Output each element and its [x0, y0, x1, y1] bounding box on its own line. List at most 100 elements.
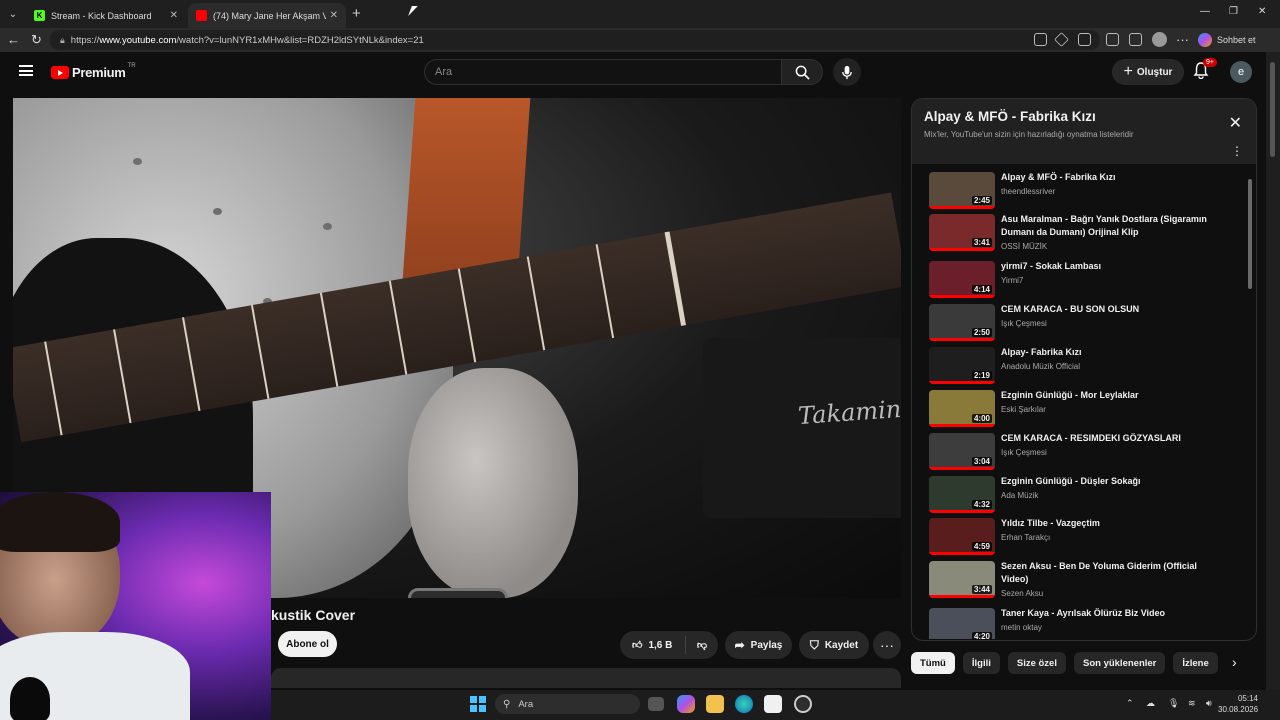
playlist-item-title[interactable]: yirmi7 - Sokak Lambası [1001, 260, 1221, 273]
copilot-button[interactable]: Sohbet et [1198, 32, 1256, 48]
logo-text: Premium [72, 65, 126, 80]
copilot-app-icon[interactable] [677, 695, 695, 713]
chip-for-you[interactable]: Size özel [1007, 652, 1066, 674]
taskbar-search[interactable]: ⚲ Ara [495, 694, 640, 714]
close-tab-icon[interactable]: ✕ [330, 10, 338, 21]
subscribe-button[interactable]: Abone ol [278, 631, 337, 657]
playlist-item[interactable]: 4:32 Ezginin Günlüğü - Düşler Sokağı Ada M… [912, 473, 1242, 515]
playlist-item[interactable]: 3:04 CEM KARACA - RESIMDEKI GÖZYASLARI Işı… [912, 430, 1242, 472]
create-button[interactable]: + Oluştur [1112, 59, 1184, 85]
playlist-menu-icon[interactable]: ⋮ [1231, 144, 1243, 158]
playlist-item[interactable]: 3:41 Asu Maralman - Bağrı Yanık Dostlara … [912, 211, 1242, 253]
site-info-icon[interactable]: 🔒︎ [60, 35, 65, 46]
search-input[interactable]: Ara [424, 59, 782, 85]
playlist-item-title[interactable]: CEM KARACA - RESIMDEKI GÖZYASLARI [1001, 432, 1221, 445]
save-button[interactable]: ⛉ Kaydet [799, 631, 869, 659]
chip-recently-uploaded[interactable]: Son yüklenenler [1073, 652, 1166, 674]
steam-icon[interactable] [794, 695, 812, 713]
playlist-item-title[interactable]: Alpay & MFÖ - Fabrika Kızı [1001, 171, 1221, 184]
video-thumbnail[interactable]: 3:04 [929, 433, 995, 470]
minimize-icon[interactable]: — [1200, 6, 1210, 17]
close-playlist-icon[interactable]: ✕ [1229, 113, 1242, 133]
app-available-icon[interactable] [1034, 33, 1047, 46]
chip-all[interactable]: Tümü [911, 652, 955, 674]
video-thumbnail[interactable]: 2:50 [929, 304, 995, 341]
tab-actions-chevron-icon[interactable]: ⌄ [4, 5, 22, 23]
share-button[interactable]: ➦ Paylaş [725, 631, 792, 659]
onedrive-icon[interactable]: ☁ [1146, 698, 1155, 709]
more-actions-button[interactable]: ··· [873, 631, 901, 659]
video-thumbnail[interactable]: 4:20 [929, 608, 995, 639]
back-icon[interactable]: ← [7, 32, 20, 47]
extensions-icon[interactable] [1078, 33, 1091, 46]
youtube-logo[interactable]: Premium TR [51, 63, 136, 80]
dislike-button[interactable]: 👎︎ [686, 639, 718, 651]
watched-progress-bar [929, 510, 995, 513]
playlist-item-title[interactable]: Yıldız Tilbe - Vazgeçtim [1001, 517, 1221, 530]
video-thumbnail[interactable]: 4:00 [929, 390, 995, 427]
video-frame-hand [408, 368, 578, 598]
video-thumbnail[interactable]: 3:44 [929, 561, 995, 598]
playlist-item-title[interactable]: Ezginin Günlüğü - Düşler Sokağı [1001, 475, 1221, 488]
video-thumbnail[interactable]: 4:14 [929, 261, 995, 298]
close-tab-icon[interactable]: ✕ [170, 10, 178, 21]
chip-related[interactable]: İlgili [962, 652, 1000, 674]
playlist-item-title[interactable]: Alpay- Fabrika Kızı [1001, 346, 1221, 359]
tray-chevron-icon[interactable]: ⌃ [1126, 698, 1134, 709]
account-avatar[interactable]: e [1230, 61, 1252, 83]
playlist-item[interactable]: 2:45 Alpay & MFÖ - Fabrika Kızı theendless… [912, 169, 1242, 211]
video-thumbnail[interactable]: 4:59 [929, 518, 995, 555]
new-tab-icon[interactable]: + [352, 5, 361, 22]
edge-browser-icon[interactable] [735, 695, 753, 713]
chip-watched[interactable]: İzlene [1173, 652, 1218, 674]
playlist-item[interactable]: 3:44 Sezen Aksu - Ben De Yoluma Giderim (… [912, 558, 1242, 600]
playlist-item-title[interactable]: Sezen Aksu - Ben De Yoluma Giderim (Offi… [1001, 560, 1221, 586]
playlist-item-title[interactable]: Taner Kaya - Ayrılsak Ölürüz Biz Video [1001, 607, 1221, 620]
playlist-item[interactable]: 4:00 Ezginin Günlüğü - Mor Leylaklar Eski … [912, 387, 1242, 429]
save-label: Kaydet [824, 639, 859, 651]
browser-tab-kick[interactable]: K Stream - Kick Dashboard ✕ [26, 3, 186, 28]
reload-icon[interactable]: ↻ [31, 32, 42, 48]
video-thumbnail[interactable]: 2:19 [929, 347, 995, 384]
kick-favicon-icon: K [34, 10, 45, 21]
restore-icon[interactable]: ❐ [1229, 6, 1238, 17]
volume-icon[interactable]: 🔊︎ [1206, 698, 1212, 709]
video-thumbnail[interactable]: 3:41 [929, 214, 995, 251]
windows-start-icon[interactable] [470, 696, 486, 712]
more-icon[interactable]: ··· [1176, 32, 1189, 47]
playlist-item[interactable]: 4:59 Yıldız Tilbe - Vazgeçtim Erhan Tarakç… [912, 515, 1242, 557]
browser-tab-youtube[interactable]: (74) Mary Jane Her Akşam Vodka İç ✕ [188, 3, 346, 28]
search-button[interactable] [781, 59, 823, 85]
microphone-tray-icon[interactable]: 🎙︎ [1168, 698, 1179, 709]
playlist-item[interactable]: 4:14 yirmi7 - Sokak Lambası Yirmi7 [912, 258, 1242, 300]
webcam-overlay [0, 492, 271, 720]
microsoft-store-icon[interactable] [764, 695, 782, 713]
playlist-item[interactable]: 2:50 CEM KARACA - BU SON OLSUN Işık Çeşmes… [912, 301, 1242, 343]
voice-search-button[interactable] [833, 58, 861, 86]
video-thumbnail[interactable]: 4:32 [929, 476, 995, 513]
playlist-scrollbar[interactable] [1248, 173, 1252, 637]
browser-essentials-icon[interactable] [1106, 33, 1119, 46]
like-button[interactable]: 👍︎ 1,6 B [620, 636, 686, 654]
playlist-item-title[interactable]: Asu Maralman - Bağrı Yanık Dostlara (Sig… [1001, 213, 1221, 239]
url-input[interactable]: 🔒︎ https://www.youtube.com/watch?v=lunNY… [50, 30, 1100, 50]
profile-avatar[interactable] [1152, 32, 1167, 47]
task-view-icon[interactable] [648, 697, 664, 711]
playlist-item[interactable]: 4:20 Taner Kaya - Ayrılsak Ölürüz Biz Vid… [912, 605, 1242, 639]
playlist-item[interactable]: 2:19 Alpay- Fabrika Kızı Anadolu Müzik Off… [912, 344, 1242, 386]
description-box[interactable] [271, 668, 901, 688]
file-explorer-icon[interactable] [706, 695, 724, 713]
favorites-icon[interactable] [1129, 33, 1142, 46]
notifications-button[interactable]: 9+ [1193, 58, 1217, 84]
wifi-icon[interactable]: ≋ [1188, 698, 1196, 709]
playlist-item-title[interactable]: CEM KARACA - BU SON OLSUN [1001, 303, 1221, 316]
page-scrollbar[interactable] [1266, 52, 1280, 690]
menu-icon[interactable] [19, 65, 33, 76]
playlist-title[interactable]: Alpay & MFÖ - Fabrika Kızı [924, 109, 1244, 124]
close-window-icon[interactable]: ✕ [1258, 6, 1266, 17]
playlist-item-title[interactable]: Ezginin Günlüğü - Mor Leylaklar [1001, 389, 1221, 402]
playlist-item-channel: Ada Müzik [1001, 491, 1039, 500]
chevron-right-icon[interactable]: › [1232, 654, 1237, 670]
taskbar-clock[interactable]: 05:14 30.08.2026 [1218, 693, 1258, 715]
video-thumbnail[interactable]: 2:45 [929, 172, 995, 209]
